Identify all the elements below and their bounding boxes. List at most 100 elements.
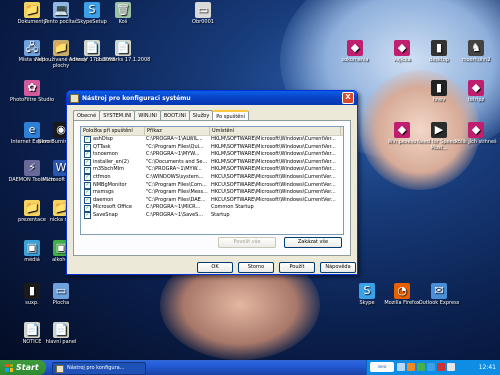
- desktop-icon[interactable]: 🗑 Koš: [93, 2, 153, 25]
- taskbar-button-msconfig[interactable]: Nástroj pro konfigura...: [52, 362, 146, 375]
- startup-item-checkbox[interactable]: ✓: [84, 159, 91, 167]
- desktop-icon[interactable]: 📄 hlavní panel: [31, 322, 91, 345]
- desktop-icon-label: tetripz: [467, 97, 485, 103]
- startup-item-cell: ✓ NMBgMonitor: [81, 182, 143, 190]
- startup-location-cell: HKLM\SOFTWARE\Microsoft\Windows\CurrentV…: [211, 143, 336, 150]
- startup-item-checkbox[interactable]: ✓: [84, 181, 91, 189]
- title-bar[interactable]: Nástroj pro konfiguraci systému X: [67, 91, 357, 105]
- desktop-icon-image: ◆: [468, 80, 484, 96]
- startup-list[interactable]: Položka při spuštění Příkaz Umístění ✓ as…: [80, 126, 344, 235]
- table-row[interactable]: ✓ SaveSnap C:\PROGRA~1\SaveS... Startup: [81, 212, 343, 220]
- table-row[interactable]: ✓ QTTask "C:\Program Files\Qui... HKLM\SOFT…: [81, 144, 343, 152]
- messenger-tray-icon[interactable]: [417, 363, 425, 371]
- list-header: Položka při spuštění Příkaz Umístění: [81, 127, 343, 136]
- table-row[interactable]: ✓ ctfmon C:\WINDOWS\system... HKCU\SOFTWARE…: [81, 174, 343, 182]
- startup-command-cell: C:\PROGRA~1\MYW...: [146, 151, 200, 158]
- skype-tray-icon[interactable]: [427, 363, 435, 371]
- startup-command-cell: C:\PROGRA~1\SaveS...: [146, 211, 204, 218]
- startup-item-cell: ✓ SaveSnap: [81, 212, 143, 220]
- desktop-icon[interactable]: ▭ Plocha: [31, 283, 91, 306]
- ok-button[interactable]: OK: [197, 262, 233, 273]
- table-row[interactable]: ✓ ashDisp C:\PROGRA~1\ALWIL... HKLM\SOFTWAR…: [81, 136, 343, 144]
- cancel-button[interactable]: Storno: [238, 262, 274, 273]
- desktop-icon-label: moorhuhn2: [461, 57, 491, 63]
- table-row[interactable]: ✓ daemon "C:\Program Files\DAE... HKCU\SOFT…: [81, 197, 343, 205]
- desktop-icon-label: kolík jich stihneš: [455, 139, 497, 145]
- desktop-icon-image: ✿: [24, 80, 40, 96]
- startup-location-cell: HKLM\SOFTWARE\Microsoft\Windows\CurrentV…: [211, 158, 336, 165]
- startup-command-cell: C:\PROGRA~1\ALWIL...: [146, 136, 203, 142]
- desktop-icon[interactable]: ✿ PhotoFiltre Studio: [2, 80, 62, 103]
- apply-button[interactable]: Použít: [279, 262, 315, 273]
- desktop-icon-image: 📄: [115, 40, 131, 56]
- startup-item-checkbox[interactable]: ✓: [84, 204, 91, 212]
- desktop-icon[interactable]: ▭ Obr0001: [173, 2, 233, 25]
- startup-item-name: installer_en(2): [93, 158, 129, 165]
- startup-item-cell: ✓ QTTask: [81, 144, 143, 152]
- desktop-icon-image: 🗑: [115, 2, 131, 18]
- startup-location-cell: Common Startup: [211, 204, 254, 211]
- disable-all-button[interactable]: Zakázat vše: [284, 237, 342, 248]
- startup-item-name: Microsoft Office: [93, 204, 132, 211]
- desktop-icon[interactable]: ♞ moorhuhn2: [446, 40, 500, 63]
- table-row[interactable]: ✓ installer_en(2) "C:\Documents and Se... H…: [81, 159, 343, 167]
- column-header-item[interactable]: Položka při spuštění: [81, 127, 145, 135]
- desktop-icon-image: ✉: [431, 283, 447, 299]
- help-button[interactable]: Nápověda: [320, 262, 356, 273]
- startup-item-checkbox[interactable]: ✓: [84, 166, 91, 174]
- enable-all-button[interactable]: Povolit vše: [218, 237, 276, 248]
- startup-item-checkbox[interactable]: ✓: [84, 151, 91, 159]
- startup-item-checkbox[interactable]: ✓: [84, 143, 91, 151]
- column-header-location[interactable]: Umístění: [210, 127, 341, 135]
- startup-item-checkbox[interactable]: ✓: [84, 197, 91, 205]
- startup-item-checkbox[interactable]: ✓: [84, 189, 91, 197]
- startup-item-checkbox[interactable]: ✓: [84, 174, 91, 182]
- start-label: Start: [16, 363, 39, 372]
- startup-item-name: ashDisp: [93, 136, 113, 142]
- desktop-icon-label: hlavní panel: [45, 339, 77, 345]
- startup-item-checkbox[interactable]: ✓: [84, 136, 91, 144]
- desktop-icon-image: 📄: [53, 322, 69, 338]
- startup-location-cell: HKLM\SOFTWARE\Microsoft\Windows\CurrentV…: [211, 136, 336, 142]
- desktop-icon[interactable]: ◆ tetripz: [446, 80, 500, 103]
- window-title: Nástroj pro konfiguraci systému: [82, 94, 191, 102]
- start-button[interactable]: Start: [0, 360, 46, 375]
- startup-item-checkbox[interactable]: ✓: [84, 212, 91, 220]
- startup-item-cell: ✓ m35bchMIm: [81, 166, 143, 174]
- table-row[interactable]: ✓ tsnoemon C:\PROGRA~1\MYW... HKLM\SOFTWARE…: [81, 151, 343, 159]
- desktop-icon-image: ▶: [431, 122, 447, 138]
- daemon-tray-icon[interactable]: [437, 363, 445, 371]
- startup-command-cell: "C:\PROGRA~1\MYW...: [146, 166, 202, 173]
- nero-quicktag[interactable]: nero: [370, 362, 394, 372]
- antivirus-tray-icon[interactable]: [407, 363, 415, 371]
- system-tray: nero 12:41: [366, 360, 500, 375]
- table-row[interactable]: ✓ NMBgMonitor "C:\Program Files\Com... HKCU…: [81, 182, 343, 190]
- startup-location-cell: HKLM\SOFTWARE\Microsoft\Windows\CurrentV…: [211, 151, 336, 158]
- clock[interactable]: 12:41: [479, 360, 496, 375]
- startup-command-cell: "C:\Program Files\Mess...: [146, 189, 208, 196]
- desktop-icon[interactable]: 📄 bookmarks 17.1.2008: [93, 40, 153, 63]
- table-row[interactable]: ✓ msmsgs "C:\Program Files\Mess... HKCU\SOF…: [81, 189, 343, 197]
- desktop-icon[interactable]: ◆ kolík jich stihneš: [446, 122, 500, 145]
- startup-location-cell: HKCU\SOFTWARE\Microsoft\Windows\CurrentV…: [211, 189, 336, 196]
- desktop-icon-label: Outlook Express: [418, 300, 460, 306]
- taskbar: Start Nástroj pro konfigura... nero 12:4…: [0, 360, 500, 375]
- startup-item-name: QTTask: [93, 143, 111, 150]
- desktop-icon-image: ◆: [347, 40, 363, 56]
- column-header-command[interactable]: Příkaz: [145, 127, 210, 135]
- startup-command-cell: "C:\Program Files\Com...: [146, 181, 207, 188]
- desktop-icon-label: Plocha: [52, 300, 70, 306]
- close-button[interactable]: X: [342, 92, 354, 104]
- desktop-icon-label: PhotoFiltre Studio: [9, 97, 55, 103]
- desktop-icon-label: Koš: [118, 19, 128, 25]
- startup-location-cell: HKCU\SOFTWARE\Microsoft\Windows\CurrentV…: [211, 181, 336, 188]
- network-tray-icon[interactable]: [397, 363, 405, 371]
- volume-tray-icon[interactable]: [447, 363, 455, 371]
- desktop-icon[interactable]: ✉ Outlook Express: [409, 283, 469, 306]
- desktop-icon-image: ▭: [195, 2, 211, 18]
- list-rows: ✓ ashDisp C:\PROGRA~1\ALWIL... HKLM\SOFTWAR…: [81, 136, 343, 220]
- startup-command-cell: C:\PROGRA~1\MICR...: [146, 204, 201, 211]
- startup-item-cell: ✓ tsnoemon: [81, 151, 143, 159]
- table-row[interactable]: ✓ m35bchMIm "C:\PROGRA~1\MYW... HKLM\SOFTWA…: [81, 166, 343, 174]
- table-row[interactable]: ✓ Microsoft Office C:\PROGRA~1\MICR... Comm…: [81, 204, 343, 212]
